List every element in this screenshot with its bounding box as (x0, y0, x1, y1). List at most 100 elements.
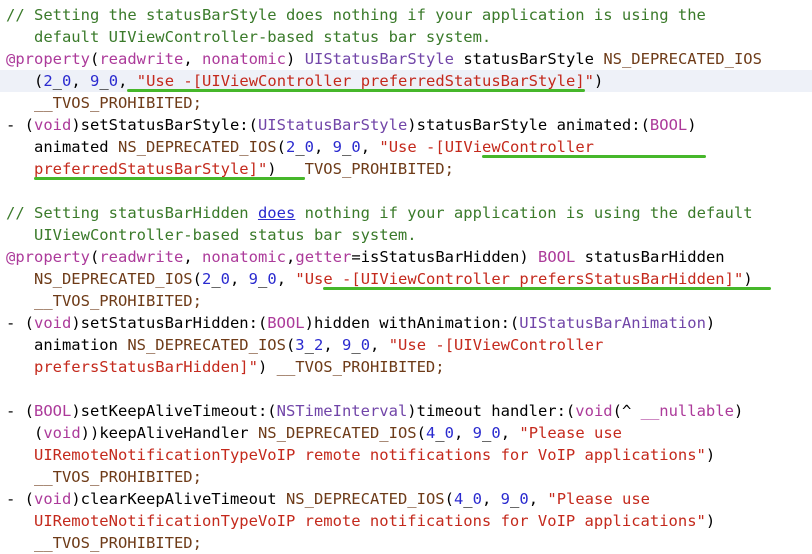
code-token: __nullable (640, 402, 734, 420)
code-token: , (314, 138, 333, 156)
code-token: ) (594, 72, 604, 90)
code-token: ) (705, 314, 716, 332)
code-token: __TVOS_PROHIBITED; (33, 468, 202, 486)
code-token: _ (435, 424, 445, 442)
code-line[interactable]: // Setting the statusBarStyle does nothi… (0, 4, 812, 26)
code-token: NS_DEPRECATED_IOS (257, 424, 417, 442)
code-token: , (453, 424, 473, 442)
code-token: "Use -[UIViewController prefersStatusBar… (295, 270, 744, 288)
code-token: nothing if your application is using the… (295, 204, 753, 222)
code-token: _ (482, 424, 492, 442)
code-line[interactable]: UIRemoteNotificationTypeVoIP remote noti… (0, 444, 812, 466)
code-token: "Use -[UIViewController (379, 138, 595, 156)
code-token: void (34, 314, 72, 332)
code-line[interactable] (0, 378, 812, 400)
code-token: 2 (201, 270, 212, 288)
code-token: , (500, 424, 520, 442)
code-token: ) (286, 50, 305, 68)
code-line[interactable]: UIRemoteNotificationTypeVoIP remote noti… (0, 510, 812, 532)
code-token: )setStatusBarHidden:( (71, 314, 268, 332)
code-line[interactable]: - (void)setStatusBarHidden:(BOOL)hidden … (0, 312, 812, 334)
code-token: default UIViewController-based status ba… (33, 28, 492, 46)
code-token: BOOL (649, 116, 688, 134)
code-token: statusBarStyle (454, 50, 604, 68)
code-line[interactable]: UIViewController-based status bar system… (0, 224, 812, 246)
code-line[interactable]: __TVOS_PROHIBITED; (0, 290, 812, 312)
code-token: _ (99, 72, 109, 90)
code-token: ) (705, 512, 716, 530)
code-token: 9 (342, 336, 352, 354)
code-token: 0 (360, 336, 371, 354)
code-editor[interactable]: // Setting the statusBarStyle does nothi… (0, 0, 812, 552)
code-token: UIStatusBarStyle (257, 116, 408, 134)
code-token: )setStatusBarStyle:( (71, 116, 258, 134)
code-token: "Please use (519, 424, 623, 442)
code-token: ( (90, 248, 100, 266)
code-token: UIStatusBarAnimation (519, 314, 706, 332)
code-token: - ( (6, 402, 34, 420)
code-token: void (34, 116, 72, 134)
code-token: UIViewController-based status bar system… (33, 226, 417, 244)
green-underline-annotation (33, 177, 305, 180)
code-token: _ (351, 336, 361, 354)
code-token: ( (276, 138, 286, 156)
code-token: UIStatusBarStyle (304, 50, 454, 68)
code-token: NS_DEPRECATED_IOS (127, 336, 286, 354)
code-token: animation (33, 336, 128, 354)
code-token: // Setting the statusBarStyle does nothi… (6, 6, 706, 24)
code-token: ( (33, 72, 44, 90)
code-token: __TVOS_PROHIBITED; (33, 292, 202, 310)
code-line[interactable]: default UIViewController-based status ba… (0, 26, 812, 48)
code-token: statusBarHidden (575, 248, 725, 266)
code-token: , (370, 336, 389, 354)
code-token: , (360, 138, 380, 156)
code-line[interactable]: animation NS_DEPRECATED_IOS(3_2, 9_0, "U… (0, 334, 812, 356)
code-token: (^ (612, 402, 641, 420)
code-token: 0 (444, 424, 454, 442)
code-token: 2 (43, 72, 53, 90)
code-token: 0 (108, 72, 119, 90)
code-line[interactable]: __TVOS_PROHIBITED; (0, 92, 812, 114)
code-line[interactable]: - (void)clearKeepAliveTimeout NS_DEPRECA… (0, 488, 812, 510)
green-underline-annotation (323, 287, 772, 290)
code-line[interactable]: __TVOS_PROHIBITED; (0, 532, 812, 554)
code-line[interactable]: @property(readwrite, nonatomic,getter=is… (0, 246, 812, 268)
code-line[interactable]: // Setting statusBarHidden does nothing … (0, 202, 812, 224)
code-token: does (257, 204, 296, 222)
code-token: , (323, 336, 342, 354)
code-line[interactable]: - (BOOL)setKeepAliveTimeout:(NSTimeInter… (0, 400, 812, 422)
code-token: __TVOS_PROHIBITED; (276, 358, 445, 376)
code-token: 0 (62, 72, 72, 90)
code-token: )timeout handler:( (407, 402, 576, 420)
code-token: ( (416, 424, 426, 442)
code-token: , (286, 248, 296, 266)
code-line[interactable]: - (void)setStatusBarStyle:(UIStatusBarSt… (0, 114, 812, 136)
code-token: - ( (6, 116, 34, 134)
code-token: _ (304, 336, 314, 354)
code-token: "Use -[UIViewController preferredStatusB… (136, 72, 594, 90)
code-token: UIRemoteNotificationTypeVoIP remote noti… (33, 512, 706, 530)
code-token: @property (6, 50, 90, 68)
code-token: ( (90, 50, 100, 68)
code-token: , (183, 50, 203, 68)
code-token: 9 (248, 270, 259, 288)
code-line[interactable]: __TVOS_PROHIBITED; (0, 466, 812, 488)
code-token: "Use -[UIViewController (388, 336, 604, 354)
code-token: 0 (491, 424, 501, 442)
code-token: 0 (220, 270, 230, 288)
code-token: __TVOS_PROHIBITED; (33, 94, 202, 112)
code-token: ( (285, 336, 296, 354)
code-line[interactable]: (void))keepAliveHandler NS_DEPRECATED_IO… (0, 422, 812, 444)
code-token: NS_DEPRECATED_IOS (117, 138, 277, 156)
code-token: void (575, 402, 613, 420)
code-line[interactable]: prefersStatusBarHidden]") __TVOS_PROHIBI… (0, 356, 812, 378)
code-token: UIRemoteNotificationTypeVoIP remote noti… (33, 446, 706, 464)
code-token: ) (743, 270, 753, 288)
code-token: 9 (332, 138, 343, 156)
code-line[interactable]: @property(readwrite, nonatomic) UIStatus… (0, 48, 812, 70)
code-line[interactable] (0, 180, 812, 202)
code-token: ( (33, 424, 44, 442)
code-token: 9 (90, 72, 100, 90)
code-token: NS_DEPRECATED_IOS (33, 270, 193, 288)
code-token: __TVOS_PROHIBITED; (285, 160, 454, 178)
